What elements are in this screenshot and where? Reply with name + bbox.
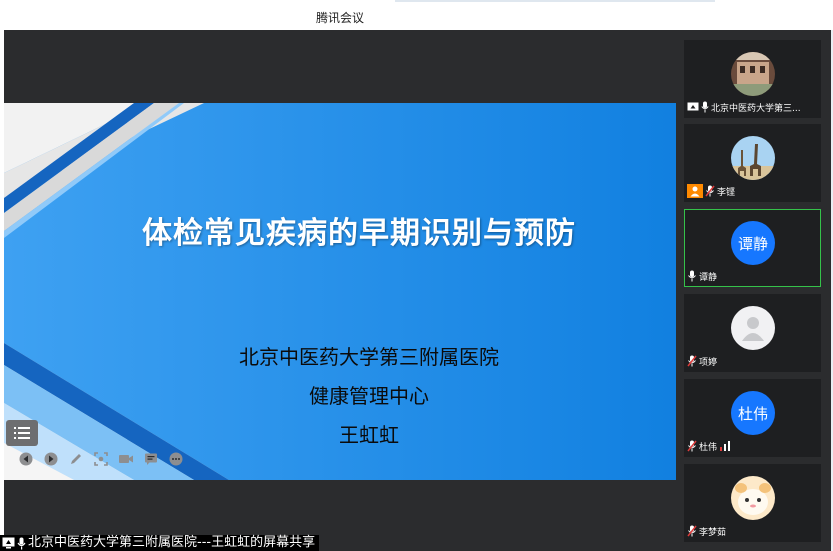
participant-name: 杜伟 <box>699 442 718 453</box>
participant-tile[interactable]: 李铿 <box>684 124 821 202</box>
shared-slide: 体检常见疾病的早期识别与预防 北京中医药大学第三附属医院 健康管理中心 王虹虹 <box>4 103 676 480</box>
participant-nameline: 杜伟 <box>687 439 731 453</box>
window-title: 腾讯会议 <box>316 11 365 25</box>
slide-menu-button[interactable] <box>6 420 38 446</box>
screenshot-button[interactable] <box>91 450 110 468</box>
signal-strength-icon <box>720 441 731 451</box>
pen-icon <box>70 454 81 464</box>
avatar: 谭静 <box>731 221 775 265</box>
participant-name: 李铿 <box>717 187 736 198</box>
avatar <box>731 306 775 350</box>
meeting-window: 腾讯会议 体检常见疾病的早期识别与预防 北京中医药大学第三附属医院 健康管理中心… <box>0 0 833 551</box>
chat-button[interactable] <box>141 450 160 468</box>
avatar <box>731 52 775 96</box>
participant-tile[interactable]: 北京中医药大学第三... <box>684 40 821 118</box>
list-icon <box>14 427 30 439</box>
more-button[interactable] <box>166 450 185 468</box>
video-icon <box>118 455 133 463</box>
screen-share-caption: 北京中医药大学第三附属医院---王虹虹的屏幕共享 <box>0 535 320 551</box>
avatar <box>731 476 775 520</box>
next-slide-button[interactable] <box>41 450 60 468</box>
participant-name: 李梦茹 <box>699 527 727 538</box>
participant-tile[interactable]: 项婷 <box>684 294 821 372</box>
participant-nameline: 项婷 <box>687 354 717 368</box>
slide-toolbar <box>16 450 185 468</box>
participant-name: 项婷 <box>699 357 718 368</box>
building-photo-icon <box>731 52 775 96</box>
avatar: 杜伟 <box>731 391 775 435</box>
screen-share-icon <box>687 102 699 110</box>
slide-department: 健康管理中心 <box>309 384 429 408</box>
slide-presenter: 王虹虹 <box>339 423 399 447</box>
slide-title: 体检常见疾病的早期识别与预防 <box>142 216 576 251</box>
participant-nameline: 李梦茹 <box>687 524 726 538</box>
microphone-muted-icon <box>687 525 697 537</box>
participant-nameline: 谭静 <box>687 269 717 283</box>
microphone-muted-icon <box>687 355 697 367</box>
prev-icon <box>19 452 32 466</box>
capture-icon <box>93 452 108 466</box>
chat-icon <box>144 453 157 465</box>
screen-share-area[interactable]: 体检常见疾病的早期识别与预防 北京中医药大学第三附属医院 健康管理中心 王虹虹 <box>4 30 676 551</box>
participant-tile[interactable]: 李梦茹 <box>684 464 821 542</box>
participants-panel: 北京中医药大学第三... 李铿 谭静 谭静 项婷 杜伟 杜伟 李梦茹 <box>676 30 831 551</box>
caption-text: 北京中医药大学第三附属医院---王虹虹的屏幕共享 <box>28 535 316 550</box>
default-person-icon <box>742 317 764 341</box>
pen-button[interactable] <box>66 450 85 468</box>
participant-nameline: 北京中医药大学第三... <box>687 100 801 114</box>
microphone-icon <box>688 270 696 282</box>
participant-tile[interactable]: 谭静 谭静 <box>684 209 821 287</box>
cartoon-photo-icon <box>731 476 775 520</box>
prev-slide-button[interactable] <box>16 450 35 468</box>
more-icon <box>169 452 182 466</box>
title-bar: 腾讯会议 <box>0 0 833 30</box>
host-badge-icon <box>687 184 703 198</box>
microphone-muted-icon <box>687 440 697 452</box>
microphone-muted-icon <box>705 185 715 197</box>
slide-institution: 北京中医药大学第三附属医院 <box>239 345 499 369</box>
screen-share-icon <box>2 537 15 549</box>
avatar <box>731 136 775 180</box>
participant-nameline: 李铿 <box>687 184 735 198</box>
camera-button[interactable] <box>116 450 135 468</box>
title-bar-accent <box>395 0 715 2</box>
participant-name: 北京中医药大学第三... <box>711 103 801 114</box>
giraffe-photo-icon <box>731 136 775 180</box>
microphone-icon <box>701 101 709 113</box>
microphone-icon <box>17 537 26 549</box>
participant-name: 谭静 <box>699 272 718 283</box>
next-icon <box>44 452 57 466</box>
participant-tile[interactable]: 杜伟 杜伟 <box>684 379 821 457</box>
